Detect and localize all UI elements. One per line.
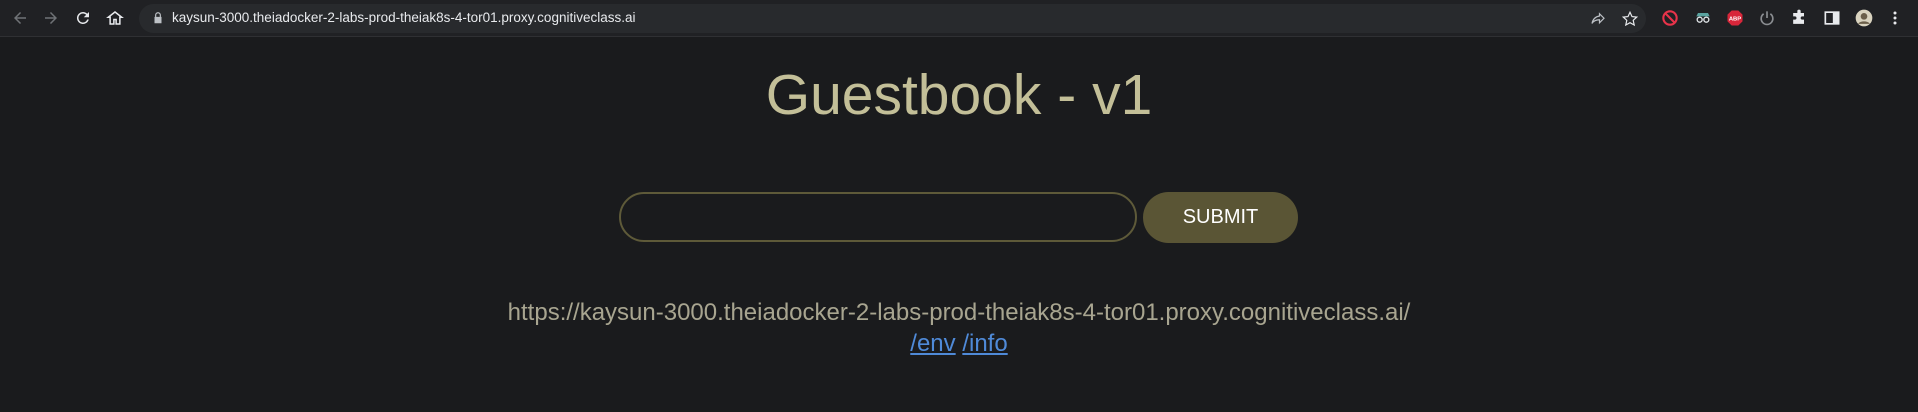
home-icon xyxy=(106,11,124,25)
info-link[interactable]: /info xyxy=(962,330,1007,357)
profile-avatar xyxy=(1855,9,1873,27)
env-link[interactable]: /env xyxy=(910,330,955,357)
extensions-button[interactable] xyxy=(1788,7,1810,29)
side-panel-button[interactable] xyxy=(1821,7,1843,29)
address-url[interactable]: kaysun-3000.theiadocker-2-labs-prod-thei… xyxy=(172,10,635,25)
adblock-extension[interactable]: ABP xyxy=(1724,7,1746,29)
guestbook-entry-input[interactable] xyxy=(619,192,1137,242)
block-extension[interactable] xyxy=(1659,7,1681,29)
power-extension[interactable] xyxy=(1756,7,1778,29)
star-icon[interactable] xyxy=(1621,10,1639,28)
submit-button[interactable]: SUBMIT xyxy=(1143,192,1298,243)
back-button[interactable] xyxy=(6,4,34,32)
forward-icon xyxy=(45,12,57,24)
menu-icon xyxy=(1893,11,1897,25)
address-bar[interactable]: kaysun-3000.theiadocker-2-labs-prod-thei… xyxy=(139,4,1646,33)
svg-text:ABP: ABP xyxy=(1729,17,1741,23)
side-panel-icon xyxy=(1824,11,1840,25)
lock-icon xyxy=(154,12,162,24)
block-extension-icon xyxy=(1662,10,1678,26)
reload-icon xyxy=(76,11,89,24)
browser-toolbar: kaysun-3000.theiadocker-2-labs-prod-thei… xyxy=(0,0,1918,37)
page-title: Guestbook - v1 xyxy=(765,63,1153,127)
reload-button[interactable] xyxy=(69,4,97,32)
profile-button[interactable] xyxy=(1853,7,1875,29)
share-icon[interactable] xyxy=(1589,10,1607,28)
menu-button[interactable] xyxy=(1884,7,1906,29)
power-extension-icon xyxy=(1760,11,1774,26)
spy-extension-icon xyxy=(1696,13,1710,23)
base-url-text: https://kaysun-3000.theiadocker-2-labs-p… xyxy=(507,299,1411,326)
extensions-icon xyxy=(1793,9,1804,24)
adblock-extension-icon: ABP xyxy=(1727,10,1743,26)
back-icon xyxy=(14,12,26,24)
links-row: /env /info xyxy=(0,330,1918,358)
forward-button[interactable] xyxy=(37,4,65,32)
home-button[interactable] xyxy=(101,4,129,32)
spy-extension[interactable] xyxy=(1692,7,1714,29)
